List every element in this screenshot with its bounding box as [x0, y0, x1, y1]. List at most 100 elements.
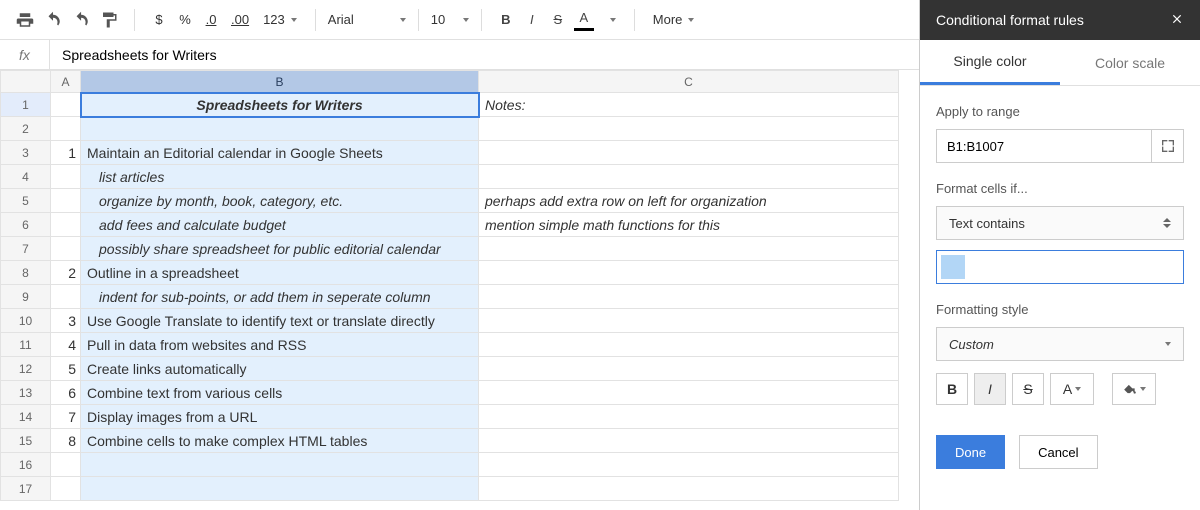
formula-input[interactable] — [50, 40, 919, 69]
fmt-text-color-button[interactable]: A — [1050, 373, 1094, 405]
strikethrough-button[interactable]: S — [546, 7, 570, 33]
row-header[interactable]: 7 — [1, 237, 51, 261]
condition-value-input[interactable] — [936, 250, 1184, 284]
cell[interactable] — [479, 285, 899, 309]
row-header[interactable]: 16 — [1, 453, 51, 477]
cell[interactable] — [479, 309, 899, 333]
fmt-strike-button[interactable]: S — [1012, 373, 1044, 405]
font-family-select[interactable]: Arial — [322, 12, 412, 27]
cell[interactable]: indent for sub-points, or add them in se… — [81, 285, 479, 309]
redo-button[interactable] — [68, 7, 94, 33]
cell[interactable] — [479, 429, 899, 453]
col-header-C[interactable]: C — [479, 71, 899, 93]
fmt-italic-button[interactable]: I — [974, 373, 1006, 405]
tab-color-scale[interactable]: Color scale — [1060, 40, 1200, 85]
close-icon[interactable] — [1170, 12, 1184, 29]
paint-format-button[interactable] — [96, 7, 122, 33]
cell[interactable] — [81, 117, 479, 141]
grid[interactable]: A B C 1Spreadsheets for WritersNotes:231… — [0, 70, 919, 510]
tab-single-color[interactable]: Single color — [920, 40, 1060, 85]
cell[interactable] — [479, 357, 899, 381]
done-button[interactable]: Done — [936, 435, 1005, 469]
cell[interactable]: 3 — [51, 309, 81, 333]
cell[interactable]: Display images from a URL — [81, 405, 479, 429]
cell[interactable] — [479, 405, 899, 429]
cell[interactable]: 6 — [51, 381, 81, 405]
cell[interactable] — [81, 477, 479, 501]
row-header[interactable]: 15 — [1, 429, 51, 453]
bold-button[interactable]: B — [494, 7, 518, 33]
number-format-button[interactable]: 123 — [257, 7, 303, 33]
cell[interactable] — [479, 117, 899, 141]
fmt-fill-color-button[interactable] — [1112, 373, 1156, 405]
range-picker-icon[interactable] — [1151, 130, 1183, 162]
row-header[interactable]: 14 — [1, 405, 51, 429]
cell[interactable] — [479, 237, 899, 261]
cell[interactable] — [479, 333, 899, 357]
cell[interactable]: 8 — [51, 429, 81, 453]
cell[interactable]: Create links automatically — [81, 357, 479, 381]
row-header[interactable]: 3 — [1, 141, 51, 165]
cell[interactable] — [51, 453, 81, 477]
text-color-button[interactable]: A — [572, 7, 596, 33]
cancel-button[interactable]: Cancel — [1019, 435, 1097, 469]
row-header[interactable]: 8 — [1, 261, 51, 285]
cell[interactable]: Notes: — [479, 93, 899, 117]
cell[interactable]: Spreadsheets for Writers — [81, 93, 479, 117]
row-header[interactable]: 13 — [1, 381, 51, 405]
condition-select[interactable]: Text contains — [936, 206, 1184, 240]
italic-button[interactable]: I — [520, 7, 544, 33]
cell[interactable]: Pull in data from websites and RSS — [81, 333, 479, 357]
cell[interactable] — [51, 165, 81, 189]
col-header-B[interactable]: B — [81, 71, 479, 93]
row-header[interactable]: 11 — [1, 333, 51, 357]
cell[interactable]: Combine text from various cells — [81, 381, 479, 405]
cell[interactable]: add fees and calculate budget — [81, 213, 479, 237]
font-size-select[interactable]: 10 — [425, 12, 475, 27]
cell[interactable] — [51, 285, 81, 309]
cell[interactable] — [479, 453, 899, 477]
cell[interactable] — [81, 453, 479, 477]
cell[interactable]: 1 — [51, 141, 81, 165]
row-header[interactable]: 2 — [1, 117, 51, 141]
text-color-dropdown[interactable] — [598, 7, 622, 33]
cell[interactable]: possibly share spreadsheet for public ed… — [81, 237, 479, 261]
cell[interactable] — [51, 477, 81, 501]
cell[interactable] — [51, 189, 81, 213]
row-header[interactable]: 5 — [1, 189, 51, 213]
more-button[interactable]: More — [647, 7, 701, 33]
cell[interactable]: 2 — [51, 261, 81, 285]
apply-range-input[interactable] — [937, 139, 1151, 154]
row-header[interactable]: 1 — [1, 93, 51, 117]
cell[interactable] — [51, 213, 81, 237]
select-all-corner[interactable] — [1, 71, 51, 93]
cell[interactable] — [51, 93, 81, 117]
print-button[interactable] — [12, 7, 38, 33]
fmt-bold-button[interactable]: B — [936, 373, 968, 405]
increase-decimal-button[interactable]: .00 — [225, 7, 255, 33]
cell[interactable] — [51, 117, 81, 141]
row-header[interactable]: 6 — [1, 213, 51, 237]
cell[interactable]: 7 — [51, 405, 81, 429]
cell[interactable] — [479, 261, 899, 285]
cell[interactable]: Combine cells to make complex HTML table… — [81, 429, 479, 453]
cell[interactable]: organize by month, book, category, etc. — [81, 189, 479, 213]
row-header[interactable]: 12 — [1, 357, 51, 381]
currency-button[interactable]: $ — [147, 7, 171, 33]
col-header-A[interactable]: A — [51, 71, 81, 93]
row-header[interactable]: 4 — [1, 165, 51, 189]
cell[interactable]: Use Google Translate to identify text or… — [81, 309, 479, 333]
cell[interactable]: Outline in a spreadsheet — [81, 261, 479, 285]
undo-button[interactable] — [40, 7, 66, 33]
row-header[interactable]: 9 — [1, 285, 51, 309]
cell[interactable] — [479, 141, 899, 165]
cell[interactable]: 4 — [51, 333, 81, 357]
row-header[interactable]: 17 — [1, 477, 51, 501]
cell[interactable]: Maintain an Editorial calendar in Google… — [81, 141, 479, 165]
cell[interactable]: mention simple math functions for this — [479, 213, 899, 237]
cell[interactable] — [479, 477, 899, 501]
style-preset-select[interactable]: Custom — [936, 327, 1184, 361]
cell[interactable]: perhaps add extra row on left for organi… — [479, 189, 899, 213]
cell[interactable] — [479, 165, 899, 189]
cell[interactable]: list articles — [81, 165, 479, 189]
